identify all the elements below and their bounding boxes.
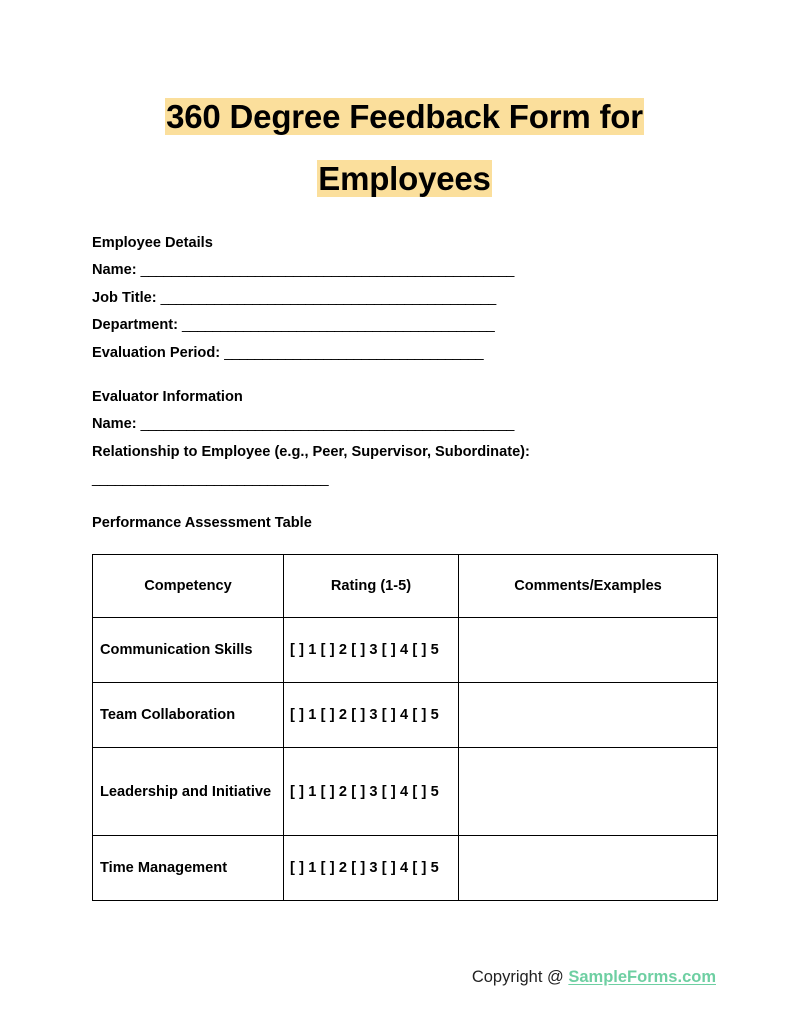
employee-job-title-input[interactable]: ________________________________________… bbox=[161, 290, 497, 306]
performance-assessment-table: Competency Rating (1-5) Comments/Example… bbox=[92, 554, 718, 901]
table-header-competency: Competency bbox=[92, 554, 284, 618]
employee-department-label: Department: bbox=[92, 317, 178, 333]
comments-cell[interactable] bbox=[458, 835, 718, 901]
evaluator-information-heading: Evaluator Information bbox=[92, 389, 243, 405]
competency-name: Team Collaboration bbox=[92, 682, 284, 748]
employee-name-input[interactable]: ________________________________________… bbox=[141, 262, 515, 278]
rating-checkbox-group[interactable]: [ ] 1 [ ] 2 [ ] 3 [ ] 4 [ ] 5 bbox=[283, 617, 459, 683]
evaluator-information-section: Evaluator Information Name: ____________… bbox=[92, 383, 530, 494]
table-row: Team Collaboration [ ] 1 [ ] 2 [ ] 3 [ ]… bbox=[92, 682, 718, 748]
page-title-line-1: 360 Degree Feedback Form for bbox=[165, 98, 644, 135]
employee-details-section: Employee Details Name: _________________… bbox=[92, 229, 514, 367]
evaluator-name-label: Name: bbox=[92, 416, 137, 432]
employee-name-field: Name: __________________________________… bbox=[92, 257, 514, 285]
employee-job-title-field: Job Title: _____________________________… bbox=[92, 285, 514, 313]
evaluator-relationship-label: Relationship to Employee (e.g., Peer, Su… bbox=[92, 443, 530, 460]
evaluator-name-input[interactable]: ________________________________________… bbox=[141, 416, 515, 432]
employee-details-heading: Employee Details bbox=[92, 235, 213, 251]
table-header-row: Competency Rating (1-5) Comments/Example… bbox=[92, 554, 718, 618]
document-page: 360 Degree Feedback Form for Employees E… bbox=[0, 0, 803, 1033]
comments-cell[interactable] bbox=[458, 747, 718, 836]
competency-name: Communication Skills bbox=[92, 617, 284, 683]
table-row: Time Management [ ] 1 [ ] 2 [ ] 3 [ ] 4 … bbox=[92, 835, 718, 901]
page-title: 360 Degree Feedback Form for Employees bbox=[92, 86, 717, 210]
employee-department-input[interactable]: ________________________________________… bbox=[182, 317, 495, 333]
assessment-table-heading-wrapper: Performance Assessment Table bbox=[92, 509, 312, 537]
page-title-line-2: Employees bbox=[317, 160, 492, 197]
table-row: Communication Skills [ ] 1 [ ] 2 [ ] 3 [… bbox=[92, 617, 718, 683]
assessment-table-heading: Performance Assessment Table bbox=[92, 515, 312, 531]
comments-cell[interactable] bbox=[458, 617, 718, 683]
table-row: Leadership and Initiative [ ] 1 [ ] 2 [ … bbox=[92, 747, 718, 836]
table-header-comments: Comments/Examples bbox=[458, 554, 718, 618]
rating-checkbox-group[interactable]: [ ] 1 [ ] 2 [ ] 3 [ ] 4 [ ] 5 bbox=[283, 682, 459, 748]
employee-evaluation-period-field: Evaluation Period: _____________________… bbox=[92, 340, 514, 368]
comments-cell[interactable] bbox=[458, 682, 718, 748]
table-header-rating: Rating (1-5) bbox=[283, 554, 459, 618]
evaluator-name-field: Name: __________________________________… bbox=[92, 411, 530, 439]
employee-evaluation-period-input[interactable]: __________________________________ bbox=[224, 345, 483, 361]
competency-name: Leadership and Initiative bbox=[92, 747, 284, 836]
competency-name: Time Management bbox=[92, 835, 284, 901]
footer: Copyright @ SampleForms.com bbox=[472, 968, 716, 987]
rating-checkbox-group[interactable]: [ ] 1 [ ] 2 [ ] 3 [ ] 4 [ ] 5 bbox=[283, 835, 459, 901]
employee-department-field: Department: ____________________________… bbox=[92, 312, 514, 340]
evaluator-relationship-input[interactable]: _______________________________ bbox=[92, 466, 530, 494]
employee-job-title-label: Job Title: bbox=[92, 289, 157, 306]
employee-evaluation-period-label: Evaluation Period: bbox=[92, 344, 221, 361]
copyright-text: Copyright @ bbox=[471, 968, 569, 986]
rating-checkbox-group[interactable]: [ ] 1 [ ] 2 [ ] 3 [ ] 4 [ ] 5 bbox=[283, 747, 459, 836]
employee-name-label: Name: bbox=[92, 262, 137, 278]
sampleforms-link[interactable]: SampleForms.com bbox=[568, 968, 716, 986]
